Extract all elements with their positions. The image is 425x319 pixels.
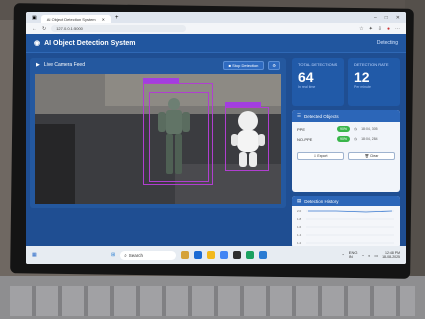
total-detections-label: TOTAL DETECTIONS <box>298 62 338 67</box>
total-detections-card: TOTAL DETECTIONS 64 In real time <box>292 58 344 106</box>
detected-row-name: NO-PPE <box>297 136 313 142</box>
address-bar[interactable]: 127.0.0.1:5000 <box>51 25 187 32</box>
tray-lang[interactable]: ENG IN <box>349 251 358 259</box>
brain-icon: ◉ <box>34 40 41 47</box>
camera-settings-button[interactable]: ⚙ <box>268 60 280 70</box>
app-title: AI Object Detection System <box>44 39 136 47</box>
address-text: 127.0.0.1:5000 <box>56 26 83 31</box>
maximize-button[interactable]: □ <box>385 15 388 21</box>
camera-panel: ▶ Live Camera Feed ■ Stop Detection ⚙ <box>30 58 286 208</box>
confidence-badge: 90% <box>337 136 351 142</box>
detected-objects-title: Detected Objects <box>304 113 339 119</box>
detected-row: NO-PPE 90% ◷ 18:04, 284 <box>292 132 400 142</box>
widgets-icon[interactable]: ▦ <box>32 252 37 258</box>
detected-row-time: 18:04, 305 <box>361 127 378 131</box>
start-icon[interactable]: ⊞ <box>111 252 115 258</box>
profile-icon[interactable]: ● <box>387 26 390 32</box>
history-chart: 2.0 1.8 1.6 1.4 1.2 <box>297 209 394 245</box>
browser-menu-icon[interactable]: ▣ <box>32 15 37 21</box>
clock-icon: ◷ <box>354 137 358 141</box>
detected-objects-header: ☰ Detected Objects <box>292 110 400 122</box>
export-button[interactable]: ⇩ Export <box>297 152 344 160</box>
taskbar-app-icon[interactable] <box>246 251 255 259</box>
tray-chevron-icon[interactable]: ⌃ <box>341 253 344 258</box>
detection-rate-label: DETECTION RATE <box>354 62 389 67</box>
windows-taskbar: ▦ ⊞ ⌕ Search ⌃ ENG IN ◔ ◖ ▭ 12:48 PM 18-… <box>26 246 406 264</box>
app-body: ◉ AI Object Detection System Detecting ▶… <box>26 34 406 248</box>
back-icon[interactable]: ← <box>32 26 37 32</box>
history-tick-label: 1.2 <box>297 241 302 245</box>
total-detections-sub: In real time <box>298 85 316 89</box>
minimize-button[interactable]: – <box>374 15 377 21</box>
stop-detection-button[interactable]: ■ Stop Detection <box>222 60 265 70</box>
browser-tab[interactable]: AI Object Detection System ✕ <box>40 15 112 23</box>
laptop-screen: ▣ AI Object Detection System ✕ + – □ ✕ ←… <box>26 12 406 264</box>
bbox-soldier-inner <box>149 92 209 182</box>
tab-close-icon[interactable]: ✕ <box>102 17 105 22</box>
extensions-icon[interactable]: ✦ <box>369 26 373 32</box>
battery-icon[interactable]: ▭ <box>374 253 378 258</box>
camera-feed <box>35 74 281 204</box>
detection-history-panel: ▤ Detection History 2.0 1.8 1.6 1.4 1.2 <box>292 196 400 248</box>
laptop-keys <box>10 286 415 316</box>
close-window-button[interactable]: ✕ <box>396 15 400 21</box>
tab-title: AI Object Detection System <box>46 16 96 22</box>
detected-row-name: PPE <box>297 126 306 132</box>
clear-button[interactable]: 🗑 Clear <box>348 152 395 160</box>
download-icon[interactable]: ⇩ <box>378 26 382 32</box>
camera-title: Live Camera Feed <box>43 62 85 68</box>
taskbar-app-icon[interactable] <box>220 251 229 259</box>
feed-chair <box>35 124 75 204</box>
history-line <box>308 210 393 213</box>
system-tray: ⌃ ENG IN ◔ ◖ ▭ 12:48 PM 18-08-2025 <box>341 251 400 260</box>
taskbar-search[interactable]: ⌕ Search <box>120 250 177 260</box>
detection-rate-sub: Per minute <box>354 85 371 89</box>
detected-objects-panel: ☰ Detected Objects PPE 90% ◷ 18:04, 305 … <box>292 110 400 192</box>
history-tick-label: 1.6 <box>297 225 302 229</box>
toolbar-icons: ☆ ✦ ⇩ ● ⋯ <box>359 26 400 32</box>
browser-titlebar: ▣ AI Object Detection System ✕ + – □ ✕ <box>26 12 406 23</box>
history-tick-label: 1.8 <box>297 217 302 221</box>
refresh-icon[interactable]: ↻ <box>42 26 46 32</box>
list-icon: ☰ <box>297 113 302 118</box>
clear-label: Clear <box>370 154 379 158</box>
clock-icon: ◷ <box>354 127 358 131</box>
stop-detection-label: Stop Detection <box>232 62 259 68</box>
volume-icon[interactable]: ◖ <box>368 253 370 258</box>
taskbar-app-icon[interactable] <box>207 251 216 259</box>
detection-rate-value: 12 <box>354 69 370 85</box>
taskbar-app-icon[interactable] <box>194 251 203 259</box>
video-icon: ▶ <box>36 62 40 68</box>
detected-row: PPE 90% ◷ 18:04, 305 <box>292 122 400 132</box>
wifi-icon[interactable]: ◔ <box>361 253 363 258</box>
tray-region-code: IN <box>348 254 353 259</box>
chart-icon: ▤ <box>297 198 302 203</box>
detected-actions: ⇩ Export 🗑 Clear <box>292 142 400 160</box>
confidence-badge: 90% <box>337 126 351 132</box>
menu-dots-icon[interactable]: ⋯ <box>395 26 400 32</box>
window-controls: – □ ✕ <box>374 15 406 21</box>
new-tab-icon[interactable]: + <box>115 15 119 21</box>
history-tick-label: 1.4 <box>297 233 302 237</box>
detected-row-time: 18:04, 284 <box>361 137 378 141</box>
history-grid: 2.0 1.8 1.6 1.4 1.2 <box>297 209 394 245</box>
app-header: ◉ AI Object Detection System Detecting <box>26 34 406 53</box>
taskbar-app-icon[interactable] <box>181 251 190 259</box>
bbox-white <box>225 107 269 171</box>
total-detections-value: 64 <box>298 69 314 85</box>
detection-rate-card: DETECTION RATE 12 Per minute <box>348 58 400 106</box>
camera-header: ▶ Live Camera Feed ■ Stop Detection ⚙ <box>30 58 286 72</box>
clock-date: 18-08-2025 <box>382 255 400 259</box>
history-tick-label: 2.0 <box>297 209 302 213</box>
detection-history-header: ▤ Detection History <box>292 196 400 206</box>
status-text: Detecting <box>376 40 398 46</box>
export-label: Export <box>317 154 328 158</box>
taskbar-app-icon[interactable] <box>233 251 242 259</box>
search-icon: ⌕ <box>124 252 127 258</box>
taskbar-clock[interactable]: 12:48 PM 18-08-2025 <box>382 251 400 259</box>
search-placeholder: Search <box>128 252 143 258</box>
star-icon[interactable]: ☆ <box>359 26 363 32</box>
taskbar-app-icon[interactable] <box>259 251 268 259</box>
detection-history-title: Detection History <box>304 198 339 204</box>
